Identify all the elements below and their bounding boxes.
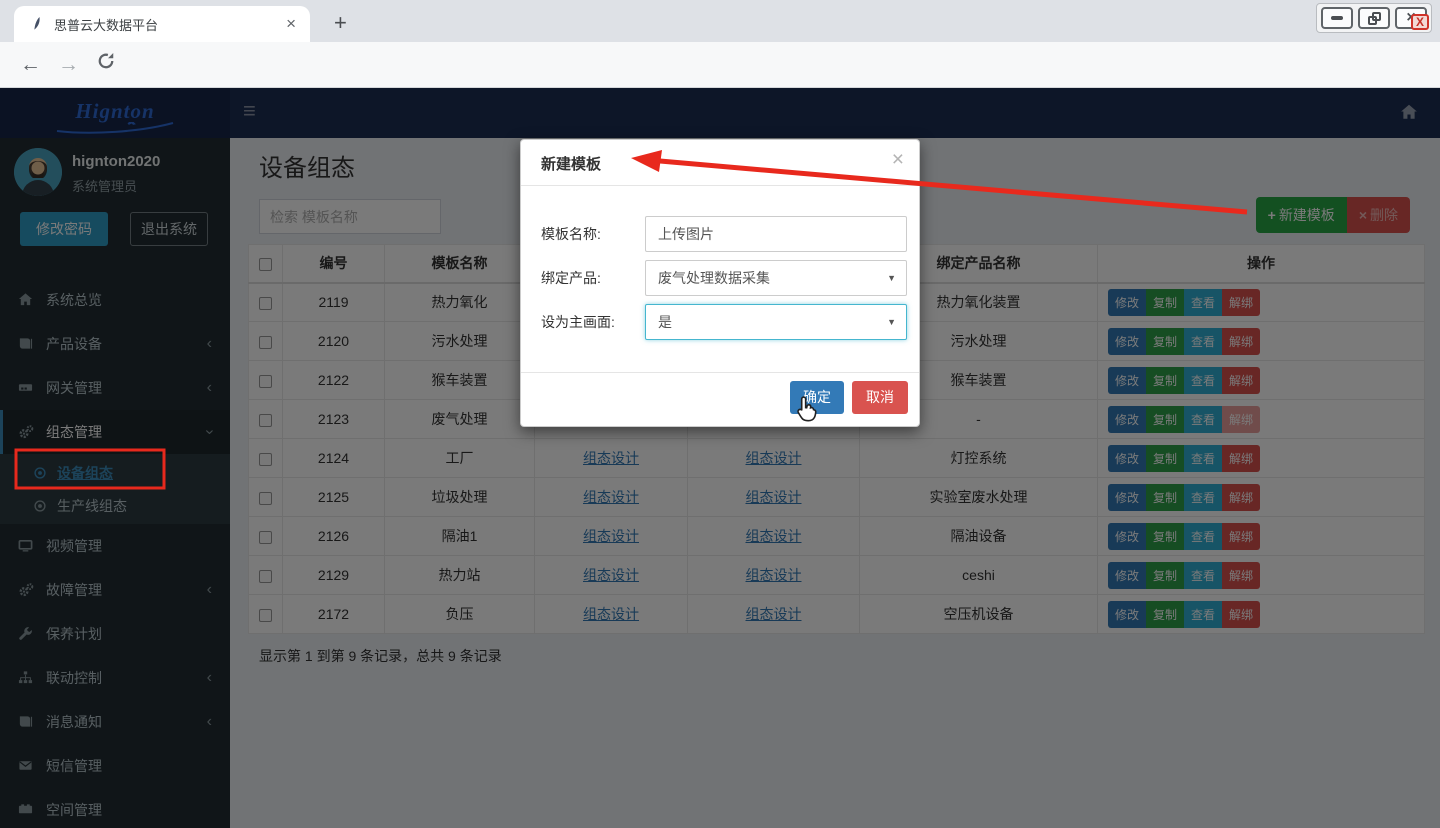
modal-footer: 确定 取消 — [521, 372, 919, 428]
caret-down-icon: ▼ — [887, 273, 896, 283]
main-screen-select[interactable]: 是 ▼ — [645, 304, 907, 340]
reload-icon[interactable] — [96, 51, 116, 77]
field-label: 设为主画面: — [541, 304, 615, 340]
field-label: 模板名称: — [541, 216, 601, 252]
modal-close-icon[interactable]: × — [892, 148, 904, 172]
confirm-button[interactable]: 确定 — [790, 381, 844, 414]
field-row-bind-product: 绑定产品: 废气处理数据采集 ▼ — [521, 260, 919, 296]
field-row-template-name: 模板名称: 上传图片 — [521, 216, 919, 252]
window-restore-button[interactable] — [1358, 7, 1390, 29]
cancel-button[interactable]: 取消 — [852, 381, 908, 414]
new-template-modal: 新建模板 × 模板名称: 上传图片 绑定产品: 废气处理数据采集 ▼ 设为主画面… — [520, 139, 920, 427]
field-label: 绑定产品: — [541, 260, 601, 296]
browser-tab[interactable]: 思普云大数据平台 × — [14, 6, 310, 42]
browser-toolbar: ← → 不安全 | iot.idosp.net/admin/index.html… — [0, 42, 1440, 88]
new-tab-button[interactable]: + — [326, 8, 355, 38]
browser-window: 思普云大数据平台 × + ×X ← → 不安全 | iot.idosp.net/… — [0, 0, 1440, 828]
field-row-main-screen: 设为主画面: 是 ▼ — [521, 304, 919, 340]
site-favicon-icon — [30, 16, 46, 32]
window-minimize-button[interactable] — [1321, 7, 1353, 29]
close-highlight-icon: X — [1411, 14, 1429, 30]
modal-header: 新建模板 × — [521, 140, 919, 186]
tab-close-icon[interactable]: × — [282, 14, 300, 34]
browser-tab-strip: 思普云大数据平台 × + ×X — [0, 0, 1440, 42]
forward-button[interactable]: → — [58, 53, 79, 77]
window-close-button[interactable]: ×X — [1395, 7, 1427, 29]
bind-product-select[interactable]: 废气处理数据采集 ▼ — [645, 260, 907, 296]
window-controls: ×X — [1316, 3, 1432, 33]
minimize-icon — [1331, 16, 1343, 20]
caret-down-icon: ▼ — [887, 317, 896, 327]
modal-title: 新建模板 — [541, 153, 601, 174]
tab-title: 思普云大数据平台 — [54, 15, 282, 34]
back-button[interactable]: ← — [20, 53, 41, 77]
template-name-input[interactable]: 上传图片 — [645, 216, 907, 252]
